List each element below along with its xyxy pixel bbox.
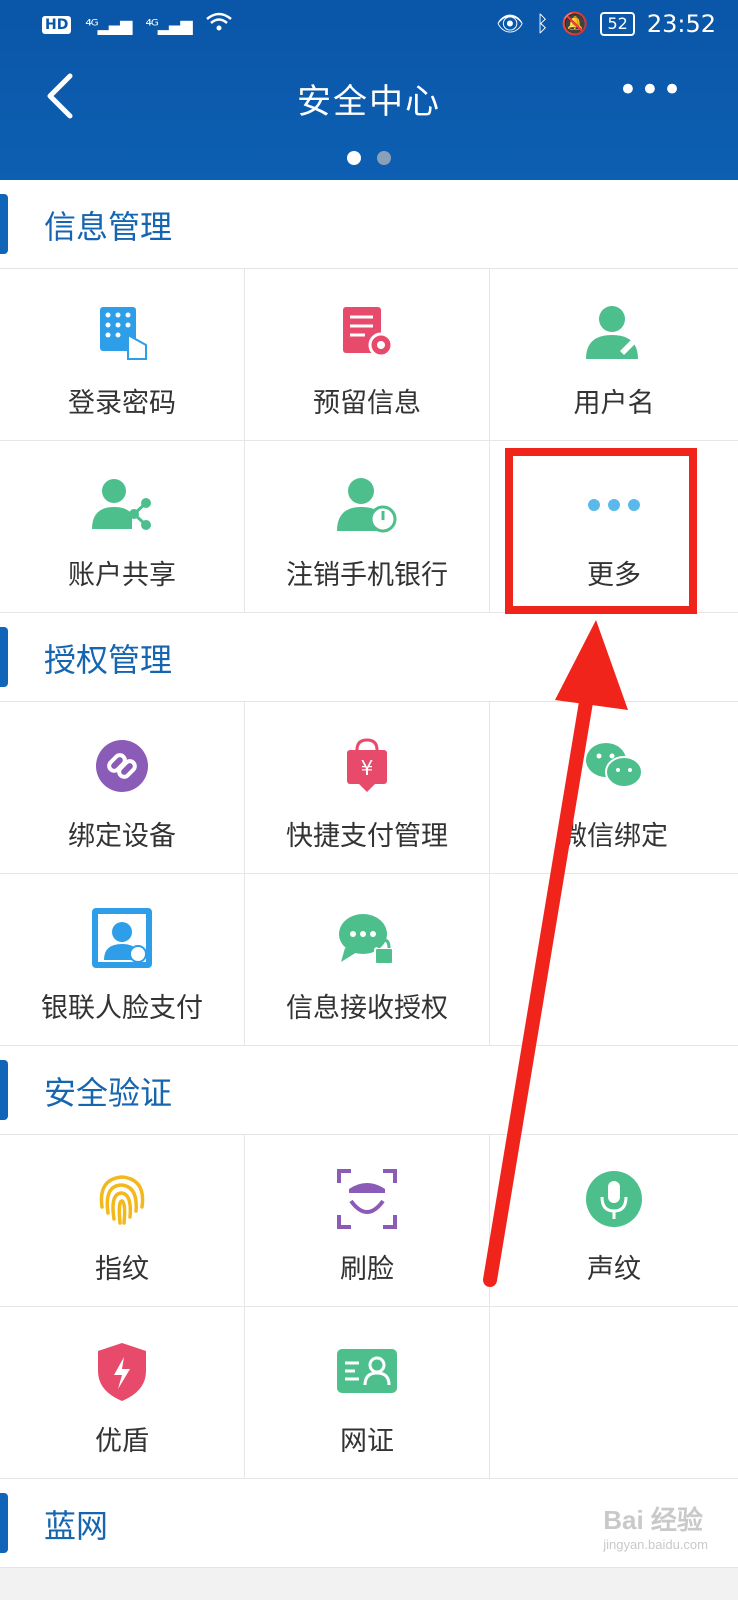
- security-center-content: 信息管理 登录密码 预留信息 用户名 账户共享 注销手机银行 更多 授权管理 绑定设备 ¥ 快捷支付…: [0, 180, 738, 1568]
- face-pay-icon: [90, 906, 154, 970]
- more-menu-icon[interactable]: •••: [618, 70, 684, 110]
- eye-icon: 👁: [495, 11, 524, 37]
- grid-item-label: 指纹: [95, 1254, 149, 1285]
- grid-item-label: 绑定设备: [68, 821, 176, 852]
- section-grid: 指纹 刷脸 声纹优盾 网证: [0, 1135, 738, 1479]
- signal-4g-icon: ⁴ᴳ▂▄▆: [145, 15, 192, 35]
- grid-item[interactable]: 注销手机银行: [245, 441, 490, 613]
- section-title: 蓝网: [44, 1507, 109, 1545]
- grid-item[interactable]: 预留信息: [245, 269, 490, 441]
- grid-item-label: 微信绑定: [560, 821, 668, 852]
- section-accent-bar: [0, 627, 8, 687]
- battery-indicator: 52: [600, 12, 635, 36]
- grid-item-label: 网证: [340, 1426, 394, 1457]
- annotation-highlight-box: [505, 448, 697, 614]
- clock: 23:52: [646, 10, 716, 38]
- wechat-icon: [582, 734, 646, 798]
- user-edit-icon: [582, 301, 646, 365]
- grid-item-label: 银联人脸支付: [41, 993, 203, 1024]
- mute-icon: 🔕: [561, 11, 589, 37]
- grid-item[interactable]: 网证: [245, 1307, 490, 1479]
- grid-item-label: 登录密码: [68, 388, 176, 419]
- section-accent-bar: [0, 1060, 8, 1120]
- grid-item[interactable]: 用户名: [490, 269, 738, 441]
- payment-bag-icon: ¥: [335, 734, 399, 798]
- wifi-icon: [205, 12, 232, 38]
- grid-item-label: 用户名: [573, 388, 655, 419]
- grid-item[interactable]: 银联人脸支付: [0, 874, 245, 1046]
- grid-item-label: 注销手机银行: [286, 560, 448, 591]
- svg-text:¥: ¥: [361, 756, 374, 780]
- microphone-icon: [582, 1167, 646, 1231]
- section-title: 授权管理: [44, 641, 173, 679]
- page-dot-active[interactable]: [347, 151, 361, 165]
- grid-item-label: 账户共享: [68, 560, 176, 591]
- face-scan-icon: [335, 1167, 399, 1231]
- grid-item[interactable]: 指纹: [0, 1135, 245, 1307]
- section-accent-bar: [0, 1493, 8, 1553]
- watermark: Bai 经验 jingyan.baidu.com: [603, 1505, 708, 1552]
- section-title: 信息管理: [44, 208, 173, 246]
- grid-item[interactable]: 绑定设备: [0, 702, 245, 874]
- grid-item[interactable]: 登录密码: [0, 269, 245, 441]
- grid-item[interactable]: 声纹: [490, 1135, 738, 1307]
- grid-item[interactable]: 信息接收授权: [245, 874, 490, 1046]
- message-lock-icon: [335, 906, 399, 970]
- user-share-icon: [90, 473, 154, 537]
- section-title: 安全验证: [44, 1074, 173, 1112]
- grid-item-label: 刷脸: [340, 1254, 394, 1285]
- app-header: HD ⁴ᴳ▂▄▆ ⁴ᴳ▂▄▆ 👁 ᛒ 🔕 52 23:52 安全中心 •••: [0, 0, 738, 180]
- link-icon: [90, 734, 154, 798]
- section-grid: 绑定设备 ¥ 快捷支付管理 微信绑定银联人脸支付 信息接收授权: [0, 702, 738, 1046]
- user-power-icon: [335, 473, 399, 537]
- page-indicator: [0, 150, 738, 169]
- grid-item-label: 优盾: [95, 1426, 149, 1457]
- page-dot[interactable]: [377, 151, 391, 165]
- keypad-icon: [90, 301, 154, 365]
- grid-item-label: 声纹: [587, 1254, 641, 1285]
- hd-icon: HD: [42, 16, 72, 34]
- grid-item-label: 信息接收授权: [286, 993, 448, 1024]
- nav-bar: 安全中心 •••: [0, 60, 738, 130]
- empty-grid-cell: [490, 1307, 738, 1479]
- shield-icon: [90, 1339, 154, 1403]
- grid-item[interactable]: 优盾: [0, 1307, 245, 1479]
- section-header: 授权管理: [0, 613, 738, 702]
- document-gear-icon: [335, 301, 399, 365]
- grid-item[interactable]: 刷脸: [245, 1135, 490, 1307]
- status-bar: HD ⁴ᴳ▂▄▆ ⁴ᴳ▂▄▆ 👁 ᛒ 🔕 52 23:52: [0, 0, 738, 52]
- signal-4g-icon: ⁴ᴳ▂▄▆: [85, 15, 132, 35]
- fingerprint-icon: [90, 1167, 154, 1231]
- section-header: 信息管理: [0, 180, 738, 269]
- empty-grid-cell: [490, 874, 738, 1046]
- grid-item[interactable]: 账户共享: [0, 441, 245, 613]
- section-accent-bar: [0, 194, 8, 254]
- grid-item[interactable]: ¥ 快捷支付管理: [245, 702, 490, 874]
- grid-item-label: 预留信息: [313, 388, 421, 419]
- id-card-icon: [335, 1339, 399, 1403]
- section-header: 安全验证: [0, 1046, 738, 1135]
- bluetooth-icon: ᛒ: [535, 11, 550, 37]
- grid-item-label: 快捷支付管理: [286, 821, 448, 852]
- grid-item[interactable]: 微信绑定: [490, 702, 738, 874]
